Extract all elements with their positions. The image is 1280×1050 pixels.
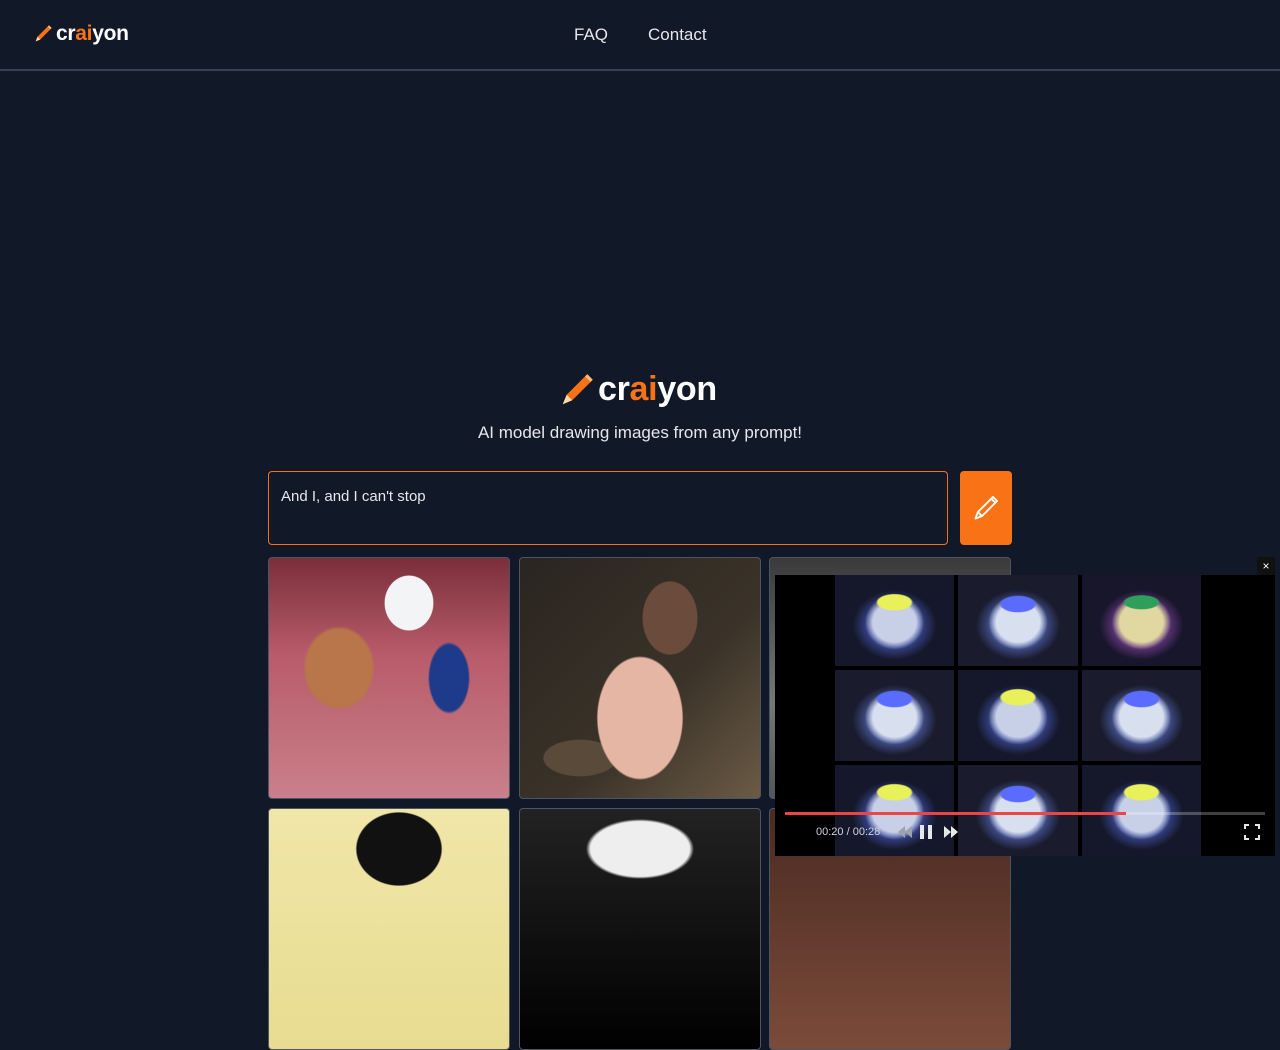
pencil-icon: [974, 495, 999, 520]
result-image[interactable]: [519, 557, 761, 799]
draw-button[interactable]: [960, 471, 1012, 545]
site-header: craiyon FAQ Contact: [0, 0, 1280, 71]
pencil-logo-icon: [562, 373, 593, 404]
nav-contact-link[interactable]: Contact: [648, 24, 707, 46]
prompt-input[interactable]: [268, 471, 948, 545]
video-close-button[interactable]: ×: [1257, 557, 1275, 575]
video-controls: 00:20 / 00:28: [775, 812, 1275, 856]
nav-faq-link[interactable]: FAQ: [574, 24, 608, 46]
video-progress-bar[interactable]: [785, 812, 1265, 815]
video-time: 00:20 / 00:28: [816, 826, 880, 838]
result-image[interactable]: [519, 808, 761, 1050]
video-duration: 00:28: [852, 826, 881, 838]
main-nav: FAQ Contact: [574, 24, 707, 46]
video-current-time: 00:20: [816, 826, 844, 838]
video-frame-cell: [835, 670, 955, 761]
result-image[interactable]: [268, 808, 510, 1050]
hero-logo: craiyon: [558, 370, 717, 409]
video-frame-cell: [1081, 670, 1201, 761]
rewind-icon[interactable]: [895, 822, 915, 842]
video-frame-cell: [835, 575, 955, 666]
video-frame-cell: [1081, 575, 1201, 666]
video-frame-cell: [958, 670, 1078, 761]
hero-wordmark: craiyon: [598, 370, 717, 408]
tagline: AI model drawing images from any prompt!: [477, 423, 803, 442]
fast-forward-icon[interactable]: [941, 822, 961, 842]
video-player[interactable]: 00:20 / 00:28: [775, 575, 1275, 856]
video-time-separator: /: [846, 826, 850, 838]
result-image[interactable]: [268, 557, 510, 799]
video-progress-fill: [785, 812, 1126, 815]
pause-icon[interactable]: [916, 822, 936, 842]
logo-wordmark: craiyon: [56, 22, 129, 45]
pencil-logo-icon: [35, 25, 52, 42]
video-frame-cell: [958, 575, 1078, 666]
header-logo[interactable]: craiyon: [32, 22, 129, 46]
fullscreen-icon[interactable]: [1242, 822, 1262, 842]
